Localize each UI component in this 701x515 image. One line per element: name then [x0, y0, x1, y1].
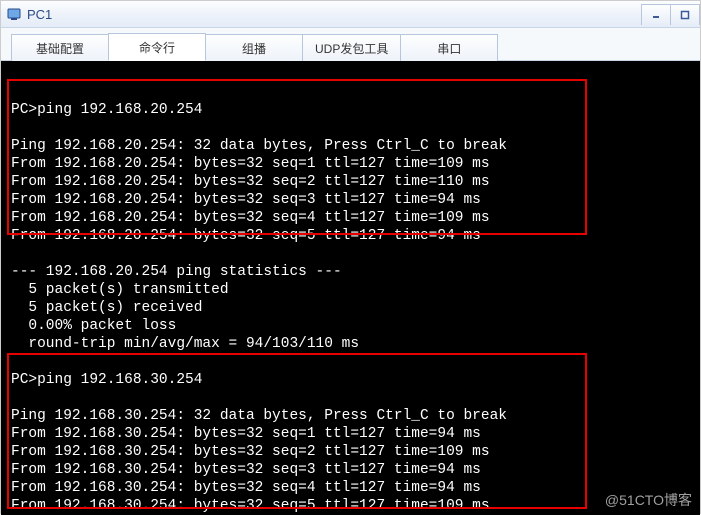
- terminal-line: Ping 192.168.20.254: 32 data bytes, Pres…: [11, 137, 690, 155]
- minimize-button[interactable]: [641, 4, 671, 25]
- window-title: PC1: [27, 7, 52, 22]
- terminal-line: 5 packet(s) transmitted: [11, 281, 690, 299]
- terminal-line: 0.00% packet loss: [11, 317, 690, 335]
- terminal-line: round-trip min/avg/max = 94/103/110 ms: [11, 335, 690, 353]
- tab-label: UDP发包工具: [315, 40, 388, 57]
- terminal-line: From 192.168.30.254: bytes=32 seq=1 ttl=…: [11, 425, 690, 443]
- terminal-line: From 192.168.20.254: bytes=32 seq=2 ttl=…: [11, 173, 690, 191]
- tab-label: 串口: [437, 40, 461, 57]
- terminal-line: [11, 119, 690, 137]
- terminal-line: [11, 83, 690, 101]
- tab-bar: 基础配置 命令行 组播 UDP发包工具 串口: [1, 28, 700, 61]
- titlebar-left: PC1: [7, 7, 52, 22]
- tab-basic-config[interactable]: 基础配置: [11, 34, 109, 61]
- terminal-line: From 192.168.30.254: bytes=32 seq=5 ttl=…: [11, 497, 690, 515]
- tab-command-line[interactable]: 命令行: [108, 33, 206, 61]
- window-controls: [642, 4, 700, 25]
- app-icon: [7, 7, 21, 21]
- maximize-button[interactable]: [670, 4, 700, 25]
- window-titlebar: PC1: [1, 1, 700, 28]
- terminal-line: PC>ping 192.168.20.254: [11, 101, 690, 119]
- tab-udp-tool[interactable]: UDP发包工具: [302, 34, 401, 61]
- terminal-line: Ping 192.168.30.254: 32 data bytes, Pres…: [11, 407, 690, 425]
- terminal-line: PC>ping 192.168.30.254: [11, 371, 690, 389]
- tab-multicast[interactable]: 组播: [205, 34, 303, 61]
- terminal-line: 5 packet(s) received: [11, 299, 690, 317]
- terminal-line: From 192.168.30.254: bytes=32 seq=3 ttl=…: [11, 461, 690, 479]
- terminal-line: From 192.168.20.254: bytes=32 seq=1 ttl=…: [11, 155, 690, 173]
- terminal-line: From 192.168.20.254: bytes=32 seq=5 ttl=…: [11, 227, 690, 245]
- terminal-line: From 192.168.20.254: bytes=32 seq=3 ttl=…: [11, 191, 690, 209]
- tab-label: 命令行: [139, 39, 175, 56]
- terminal-line: --- 192.168.20.254 ping statistics ---: [11, 263, 690, 281]
- terminal-line: [11, 353, 690, 371]
- terminal-line: From 192.168.30.254: bytes=32 seq=2 ttl=…: [11, 443, 690, 461]
- terminal-line: [11, 65, 690, 83]
- terminal-line: [11, 389, 690, 407]
- terminal-line: From 192.168.20.254: bytes=32 seq=4 ttl=…: [11, 209, 690, 227]
- terminal-line: From 192.168.30.254: bytes=32 seq=4 ttl=…: [11, 479, 690, 497]
- terminal-output[interactable]: PC>ping 192.168.20.254 Ping 192.168.20.2…: [1, 61, 700, 515]
- tab-serial[interactable]: 串口: [400, 34, 498, 61]
- tab-label: 组播: [242, 40, 266, 57]
- terminal-line: [11, 245, 690, 263]
- tab-label: 基础配置: [36, 40, 84, 57]
